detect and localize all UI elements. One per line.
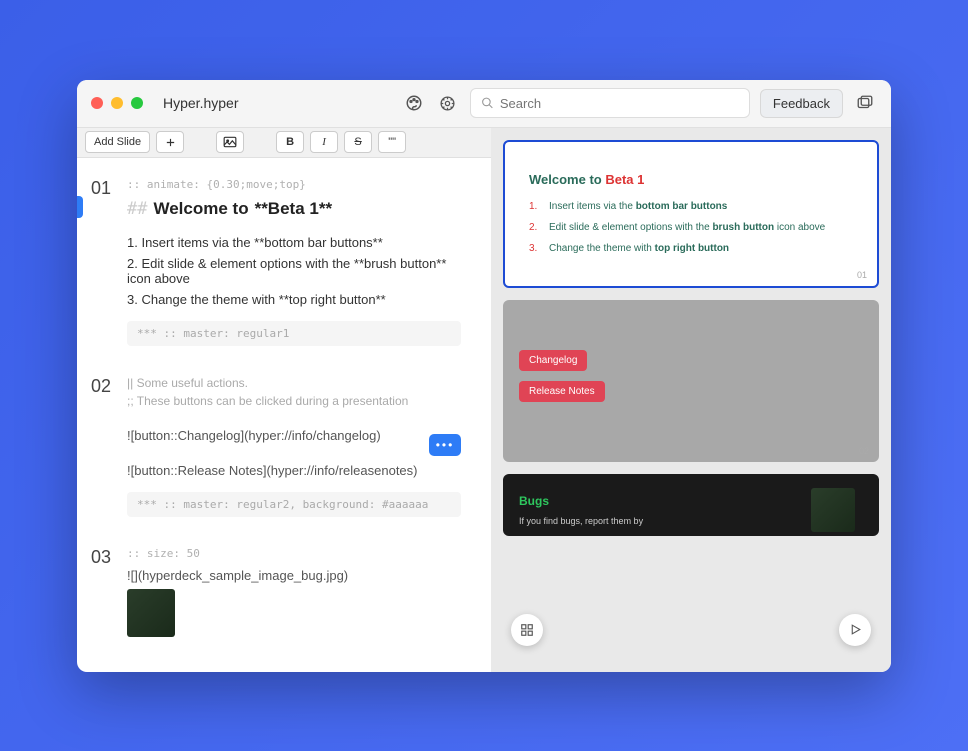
preview-panel: Welcome to Beta 1 1.Insert items via the… (491, 128, 891, 672)
slide-heading[interactable]: ## Welcome to **Beta 1** (127, 199, 461, 219)
body-line[interactable]: 3. Change the theme with **top right but… (127, 292, 461, 307)
italic-button[interactable]: I (310, 131, 338, 153)
slide-number: 01 (91, 178, 111, 199)
slide-index: 01 (857, 270, 867, 280)
main-area: Add Slide B I S "" 01 (77, 128, 891, 672)
changelog-tag[interactable]: Changelog (519, 350, 587, 371)
slide-index: 02 (859, 446, 869, 456)
preview-slide-1[interactable]: Welcome to Beta 1 1.Insert items via the… (503, 140, 879, 288)
plus-button[interactable] (156, 131, 184, 153)
editor-toolbar: Add Slide B I S "" (77, 128, 491, 158)
palette-icon[interactable] (402, 91, 426, 115)
more-actions-button[interactable]: ••• (429, 434, 461, 456)
window-title: Hyper.hyper (163, 95, 238, 111)
traffic-lights (91, 97, 143, 109)
preview-slide-2[interactable]: Changelog Release Notes 02 (503, 300, 879, 462)
action-line[interactable]: ![button::Release Notes](hyper://info/re… (127, 463, 461, 478)
slide-number: 03 (91, 547, 111, 568)
comment-line[interactable]: || Some useful actions. (127, 376, 461, 390)
inline-thumbnail[interactable] (127, 589, 175, 637)
master-directive: *** :: master: regular1 (127, 321, 461, 346)
image-button[interactable] (216, 131, 244, 153)
body-line[interactable]: 1. Insert items via the **bottom bar but… (127, 235, 461, 250)
comment-line[interactable]: ;; These buttons can be clicked during a… (127, 394, 461, 408)
slide-block-3: 03 :: size: 50 ![](hyperdeck_sample_imag… (127, 547, 461, 637)
search-box[interactable] (470, 88, 750, 118)
image-ref-line[interactable]: ![](hyperdeck_sample_image_bug.jpg) (127, 568, 461, 583)
bold-button[interactable]: B (276, 131, 304, 153)
strike-button[interactable]: S (344, 131, 372, 153)
preview-list: 1.Insert items via the bottom bar button… (529, 201, 853, 254)
action-line[interactable]: ![button::Changelog](hyper://info/change… (127, 428, 461, 443)
slide-block-1: 01 › :: animate: {0.30;move;top} ## Welc… (127, 178, 461, 346)
master-directive: *** :: master: regular2, background: #aa… (127, 492, 461, 517)
titlebar: Hyper.hyper Feedback (77, 80, 891, 128)
app-window: Hyper.hyper Feedback Add Slide (77, 80, 891, 672)
hash-marker: ## (127, 199, 147, 219)
size-directive: :: size: 50 (127, 547, 461, 560)
animate-directive: :: animate: {0.30;move;top} (127, 178, 461, 191)
search-input[interactable] (500, 96, 739, 111)
close-dot[interactable] (91, 97, 103, 109)
body-line[interactable]: 2. Edit slide & element options with the… (127, 256, 461, 286)
preview-slide-3[interactable]: Bugs If you find bugs, report them by (503, 474, 879, 536)
layout-icon[interactable] (853, 91, 877, 115)
quote-button[interactable]: "" (378, 131, 406, 153)
feedback-button[interactable]: Feedback (760, 89, 843, 118)
slide-block-2: 02 || Some useful actions. ;; These butt… (127, 376, 461, 517)
add-slide-button[interactable]: Add Slide (85, 131, 150, 153)
editor-panel: Add Slide B I S "" 01 (77, 128, 491, 672)
grid-view-button[interactable] (511, 614, 543, 646)
play-button[interactable] (839, 614, 871, 646)
editor-content[interactable]: 01 › :: animate: {0.30;move;top} ## Welc… (77, 158, 491, 672)
pin-indicator[interactable]: › (77, 196, 83, 218)
search-icon (481, 96, 494, 110)
maximize-dot[interactable] (131, 97, 143, 109)
release-notes-tag[interactable]: Release Notes (519, 381, 605, 402)
minimize-dot[interactable] (111, 97, 123, 109)
slide-number: 02 (91, 376, 111, 397)
gear-icon[interactable] (436, 91, 460, 115)
preview-title: Welcome to Beta 1 (529, 172, 853, 187)
preview-dark-thumb (811, 488, 855, 532)
